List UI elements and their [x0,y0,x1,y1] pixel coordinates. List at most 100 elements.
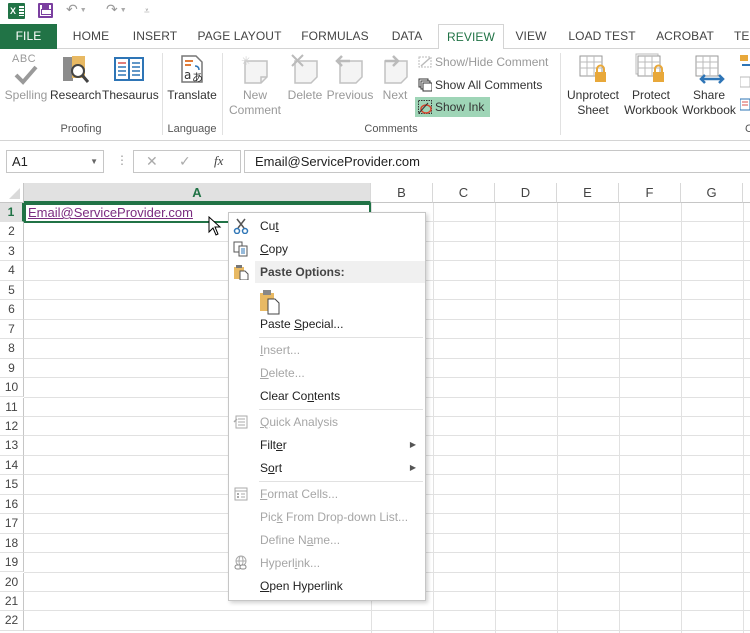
show-hide-comment-button[interactable]: Show/Hide Comment [415,52,554,72]
paste-keep-formatting-icon[interactable] [259,289,281,315]
row-header-2[interactable]: 2 [0,222,24,242]
show-ink-icon [418,100,432,114]
name-box[interactable]: A1 ▼ [6,150,104,173]
menu-item-sort[interactable]: Sort ▶ [229,457,425,479]
share-workbook-button[interactable]: Share Workbook [680,53,738,118]
row-header-1[interactable]: 1 [0,203,24,223]
select-all-button[interactable] [0,183,24,203]
row-header-5[interactable]: 5 [0,280,24,301]
protect-workbook-button[interactable]: Protect Workbook [622,53,680,118]
track-changes-list-icon[interactable] [739,97,750,113]
save-icon[interactable] [38,3,53,18]
gridline-column [433,203,434,633]
cell-a1-hyperlink[interactable]: Email@ServiceProvider.com [28,205,193,220]
row-header-22[interactable]: 22 [0,611,24,631]
spelling-button[interactable]: ABC Spelling [4,53,48,103]
row-header-15[interactable]: 15 [0,475,24,495]
column-header-e[interactable]: E [557,183,619,203]
submenu-arrow-icon: ▶ [409,440,416,449]
row-header-3[interactable]: 3 [0,241,24,262]
tab-insert[interactable]: INSERT [128,24,182,49]
menu-item-copy[interactable]: Copy [229,238,425,260]
tab-view[interactable]: VIEW [510,24,552,49]
row-header-20[interactable]: 20 [0,572,24,592]
menu-item-open-hyperlink[interactable]: Open Hyperlink [229,575,425,597]
column-header-h[interactable] [743,183,750,203]
quick-access-toolbar: X ↶ ▼ ↷ ▼ ⩡ [0,0,750,24]
previous-comment-button[interactable]: Previous [326,53,374,103]
undo-icon: ↶ [66,1,78,17]
tab-load-test[interactable]: LOAD TEST [565,24,639,49]
undo-button[interactable]: ↶ ▼ [66,1,87,18]
menu-item-paste-special[interactable]: Paste Special... [229,313,425,335]
column-header-b[interactable]: B [371,183,433,203]
menu-item-define-name[interactable]: Define Name... [229,529,425,551]
row-header-4[interactable]: 4 [0,261,24,281]
formula-bar-grip-icon[interactable]: ⋮ [116,153,128,167]
undo-dropdown-icon[interactable]: ▼ [80,7,87,14]
delete-comment-button[interactable]: Delete [284,53,326,103]
row-header-7[interactable]: 7 [0,319,24,340]
menu-item-clear-contents[interactable]: Clear Contents [229,385,425,407]
row-header-16[interactable]: 16 [0,494,24,515]
allow-users-edit-icon[interactable] [739,75,750,91]
row-header-17[interactable]: 17 [0,514,24,534]
column-header-c[interactable]: C [433,183,495,203]
show-all-comments-button[interactable]: Show All Comments [415,75,548,95]
formula-input[interactable]: Email@ServiceProvider.com [244,150,750,173]
gridline-row [24,629,750,631]
copy-icon [233,241,248,257]
excel-logo-icon: X [8,3,25,19]
row-header-13[interactable]: 13 [0,436,24,456]
column-header-a[interactable]: A [24,183,371,203]
row-header-8[interactable]: 8 [0,339,24,359]
name-box-dropdown-icon[interactable]: ▼ [90,151,98,172]
column-header-g[interactable]: G [681,183,743,203]
new-comment-button[interactable]: ✳ New Comment [228,53,282,118]
menu-separator [259,337,423,338]
next-comment-button[interactable]: Next [376,53,414,103]
tab-home[interactable]: HOME [65,24,117,49]
gridline-column [495,203,496,633]
previous-comment-icon [334,53,366,85]
row-header-21[interactable]: 21 [0,592,24,612]
menu-item-quick-analysis[interactable]: Quick Analysis [229,411,425,433]
menu-item-delete[interactable]: Delete... [229,362,425,384]
redo-button[interactable]: ↷ ▼ [106,1,127,18]
tab-file[interactable]: FILE [0,24,57,49]
customize-qat-icon[interactable]: ⩡ [144,6,150,17]
row-header-10[interactable]: 10 [0,378,24,398]
insert-function-icon[interactable]: fx [214,153,223,169]
tab-formulas[interactable]: FORMULAS [297,24,373,49]
row-header-19[interactable]: 19 [0,553,24,573]
enter-icon[interactable]: ✓ [179,153,191,170]
row-header-9[interactable]: 9 [0,358,24,378]
row-header-18[interactable]: 18 [0,533,24,554]
tab-page-layout[interactable]: PAGE LAYOUT [193,24,286,49]
menu-item-filter[interactable]: Filter ▶ [229,434,425,456]
translate-button[interactable]: aあ Translate [166,53,218,103]
row-header-11[interactable]: 11 [0,397,24,417]
unprotect-sheet-button[interactable]: Unprotect Sheet [564,53,622,118]
thesaurus-button[interactable]: Thesaurus [102,53,159,103]
tab-review[interactable]: REVIEW [438,24,504,50]
row-header-6[interactable]: 6 [0,300,24,320]
menu-item-format-cells[interactable]: Format Cells... [229,483,425,505]
track-changes-icon[interactable] [740,53,750,69]
row-header-14[interactable]: 14 [0,455,24,476]
row-header-12[interactable]: 12 [0,416,24,437]
column-header-d[interactable]: D [495,183,557,203]
tab-data[interactable]: DATA [384,24,430,49]
menu-item-pick-from-dropdown[interactable]: Pick From Drop-down List... [229,506,425,528]
cancel-icon[interactable]: ✕ [146,153,158,170]
tab-team[interactable]: TE [734,24,750,49]
research-button[interactable]: Research [50,53,101,103]
menu-item-cut[interactable]: Cut [229,215,425,237]
show-ink-button[interactable]: Show Ink [415,97,490,117]
unprotect-sheet-icon [577,53,609,85]
menu-item-insert[interactable]: Insert... [229,339,425,361]
tab-acrobat[interactable]: ACROBAT [652,24,718,49]
column-header-f[interactable]: F [619,183,681,203]
redo-dropdown-icon[interactable]: ▼ [120,7,127,14]
menu-item-hyperlink[interactable]: Hyperlink... [229,552,425,574]
